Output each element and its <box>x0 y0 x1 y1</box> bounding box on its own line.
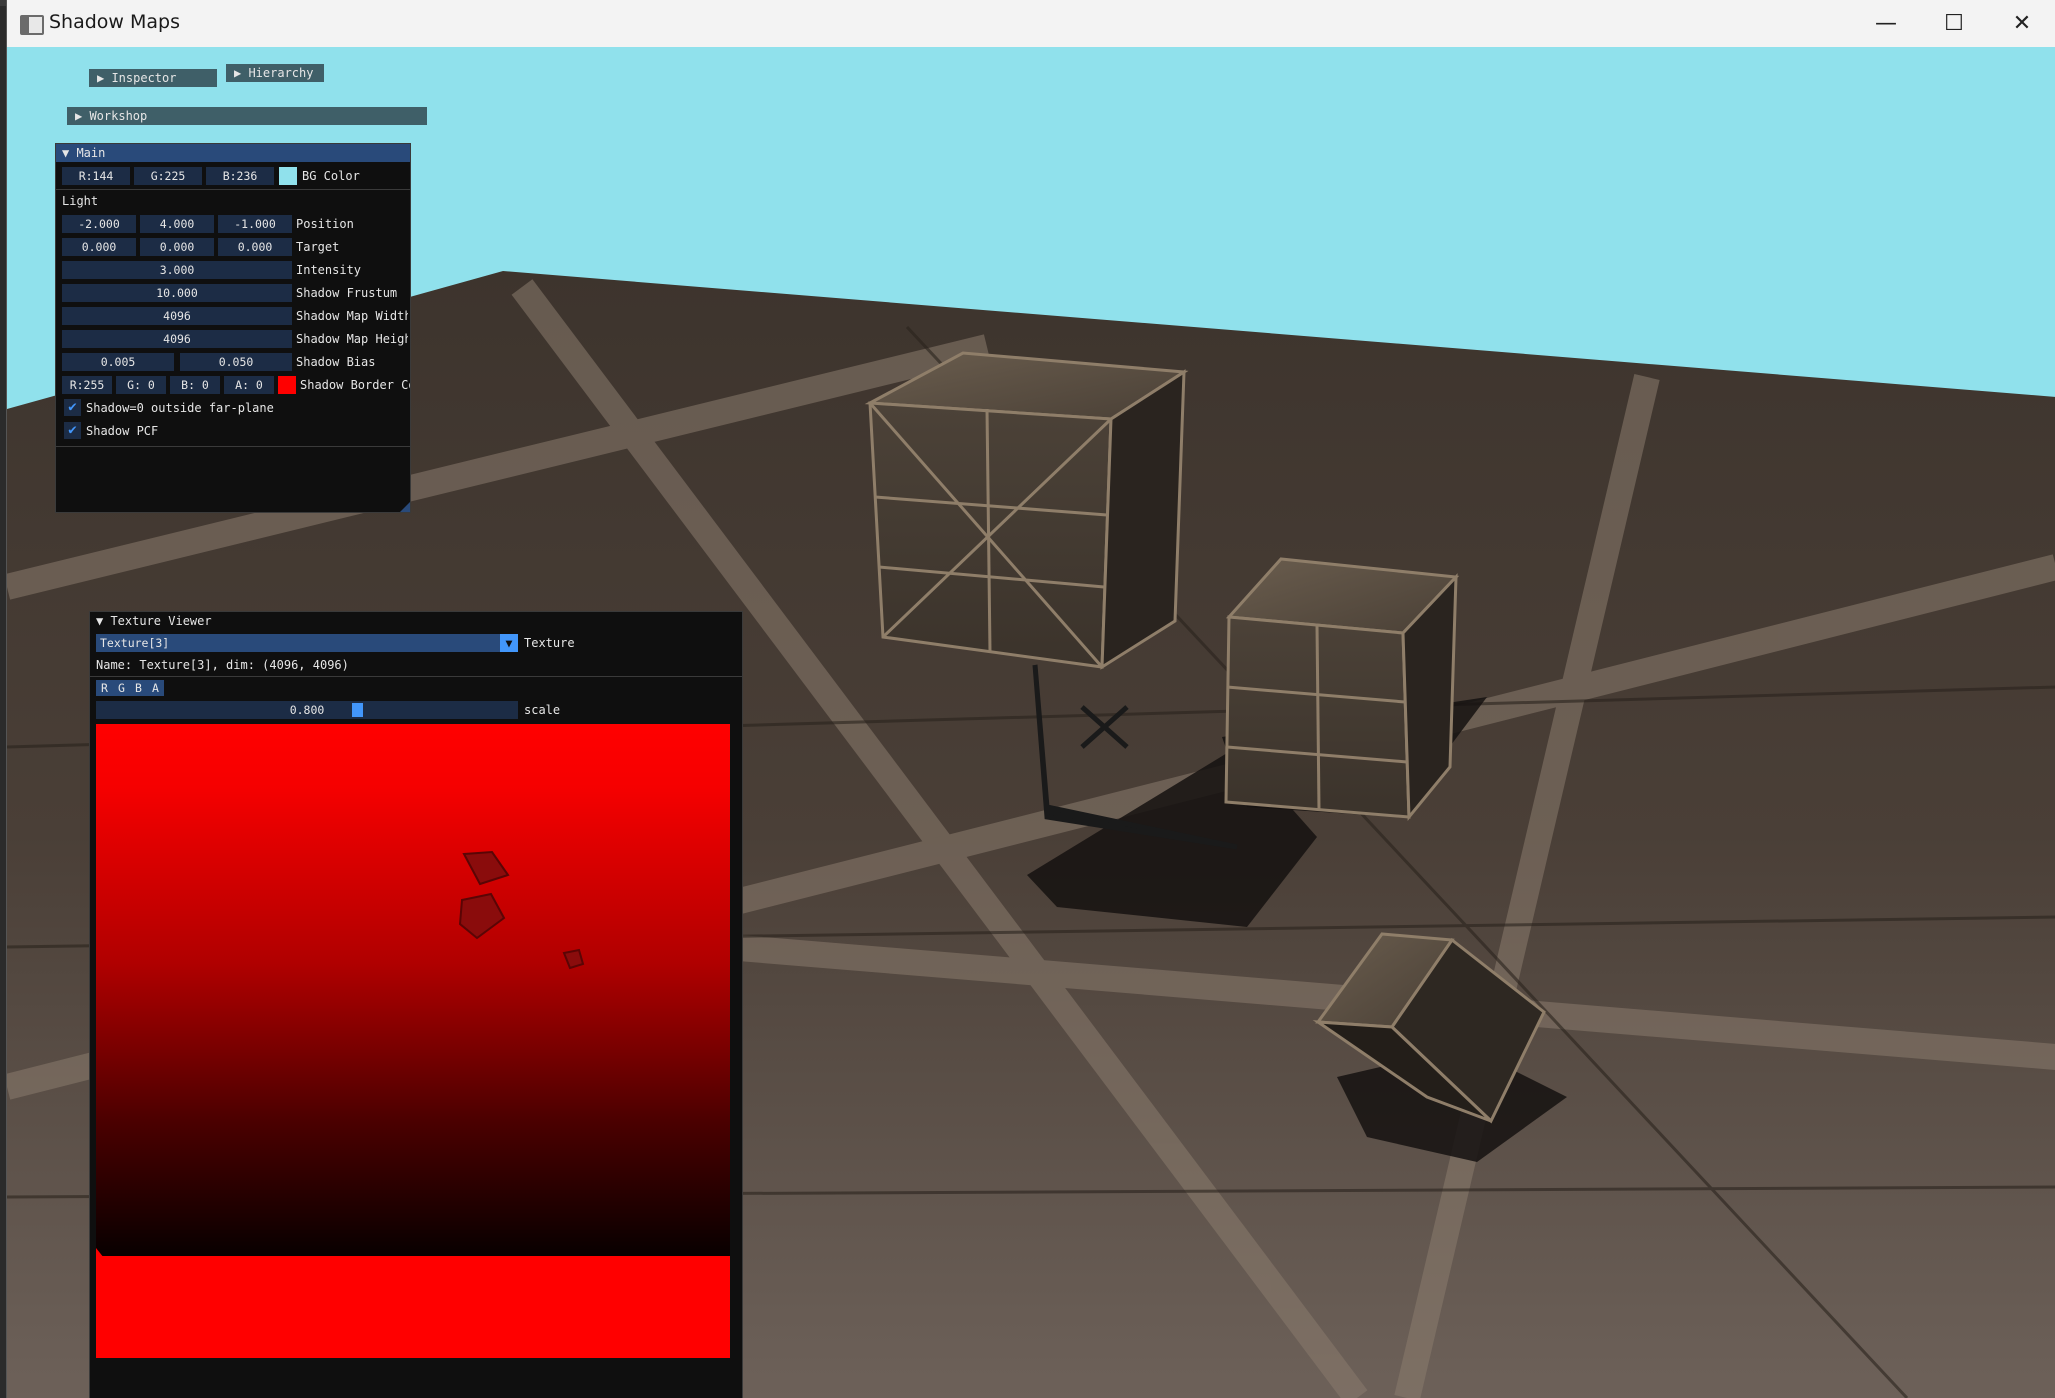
shadow-map-height-label: Shadow Map Height <box>296 332 408 346</box>
crate-medium <box>1224 557 1460 822</box>
slider-grab[interactable] <box>352 703 363 717</box>
channel-r-toggle[interactable]: R <box>96 680 113 696</box>
app-icon <box>20 15 44 35</box>
shadow-outside-checkbox[interactable]: ✔ <box>64 399 81 416</box>
shadow-border-r-field[interactable]: R:255 <box>62 376 112 394</box>
shadow-border-label: Shadow Border Color <box>300 378 410 392</box>
separator <box>90 676 742 677</box>
shadow-frustum-field[interactable]: 10.000 <box>62 284 292 302</box>
render-viewport[interactable]: ▶ Inspector ▶ Hierarchy ▶ Workshop ▼ Mai… <box>7 47 2055 1398</box>
channel-b-toggle[interactable]: B <box>130 680 147 696</box>
shadow-pcf-checkbox[interactable]: ✔ <box>64 422 81 439</box>
intensity-field[interactable]: 3.000 <box>62 261 292 279</box>
workshop-panel-header[interactable]: ▶ Workshop <box>67 107 427 125</box>
shadow-border-g-field[interactable]: G: 0 <box>116 376 166 394</box>
title-bar: Shadow Maps — ☐ ✕ <box>7 0 2055 47</box>
separator <box>56 446 410 447</box>
position-label: Position <box>296 217 354 231</box>
shadow-map-width-label: Shadow Map Width <box>296 309 408 323</box>
shadow-pcf-label: Shadow PCF <box>86 424 159 438</box>
main-panel: ▼ Main R:144 G:225 B:236 BG Color Light … <box>55 143 411 513</box>
shadow-map-width-field[interactable]: 4096 <box>62 307 292 325</box>
shadow-bias-label: Shadow Bias <box>296 355 376 369</box>
resize-grip[interactable] <box>400 502 410 512</box>
target-y-field[interactable]: 0.000 <box>140 238 214 256</box>
shadow-bias-min-field[interactable]: 0.005 <box>62 353 174 371</box>
window-title: Shadow Maps <box>49 11 181 33</box>
close-button[interactable]: ✕ <box>1988 0 2055 47</box>
shadow-outside-label: Shadow=0 outside far-plane <box>86 401 274 415</box>
shadow-border-swatch[interactable] <box>278 376 296 394</box>
chevron-down-icon[interactable]: ▼ <box>500 634 518 652</box>
texture-info-text: Name: Texture[3], dim: (4096, 4096) <box>96 658 349 672</box>
maximize-button[interactable]: ☐ <box>1920 0 1988 47</box>
scale-value: 0.800 <box>289 703 325 717</box>
position-z-field[interactable]: -1.000 <box>218 215 292 233</box>
inspector-panel-header[interactable]: ▶ Inspector <box>89 69 217 87</box>
bg-color-swatch[interactable] <box>279 167 297 185</box>
minimize-button[interactable]: — <box>1852 0 1920 47</box>
texture-combo-label: Texture <box>524 636 575 650</box>
shadow-bias-max-field[interactable]: 0.050 <box>180 353 292 371</box>
intensity-label: Intensity <box>296 263 362 277</box>
bg-color-label: BG Color <box>302 169 360 183</box>
shadow-map-height-field[interactable]: 4096 <box>62 330 292 348</box>
texture-viewer-panel: ▼ Texture Viewer Texture[3] ▼ Texture Na… <box>89 611 743 1398</box>
bg-color-r-field[interactable]: R:144 <box>62 167 130 185</box>
shadow-border-b-field[interactable]: B: 0 <box>170 376 220 394</box>
scale-slider[interactable]: 0.800 <box>96 701 518 719</box>
shadow-frustum-label: Shadow Frustum <box>296 286 398 300</box>
scale-label: scale <box>524 703 561 717</box>
target-label: Target <box>296 240 340 254</box>
app-window: Shadow Maps — ☐ ✕ ▶ Inspector ▶ Hierarch… <box>6 0 2055 1398</box>
bg-color-g-field[interactable]: G:225 <box>134 167 202 185</box>
light-section-label: Light <box>62 194 99 208</box>
bg-color-b-field[interactable]: B:236 <box>206 167 274 185</box>
target-z-field[interactable]: 0.000 <box>218 238 292 256</box>
hierarchy-panel-header[interactable]: ▶ Hierarchy <box>226 64 324 82</box>
channel-a-toggle[interactable]: A <box>147 680 164 696</box>
main-panel-title[interactable]: ▼ Main <box>56 144 410 162</box>
shadow-map-texture <box>96 724 730 1358</box>
position-y-field[interactable]: 4.000 <box>140 215 214 233</box>
texture-select-combo[interactable]: Texture[3] <box>96 634 514 652</box>
texture-viewer-title[interactable]: ▼ Texture Viewer <box>90 612 742 630</box>
channel-toggle-group: R G B A <box>96 680 164 696</box>
channel-g-toggle[interactable]: G <box>113 680 130 696</box>
target-x-field[interactable]: 0.000 <box>62 238 136 256</box>
shadow-border-a-field[interactable]: A: 0 <box>224 376 274 394</box>
position-x-field[interactable]: -2.000 <box>62 215 136 233</box>
crate-large <box>864 351 1189 670</box>
separator <box>56 189 410 190</box>
